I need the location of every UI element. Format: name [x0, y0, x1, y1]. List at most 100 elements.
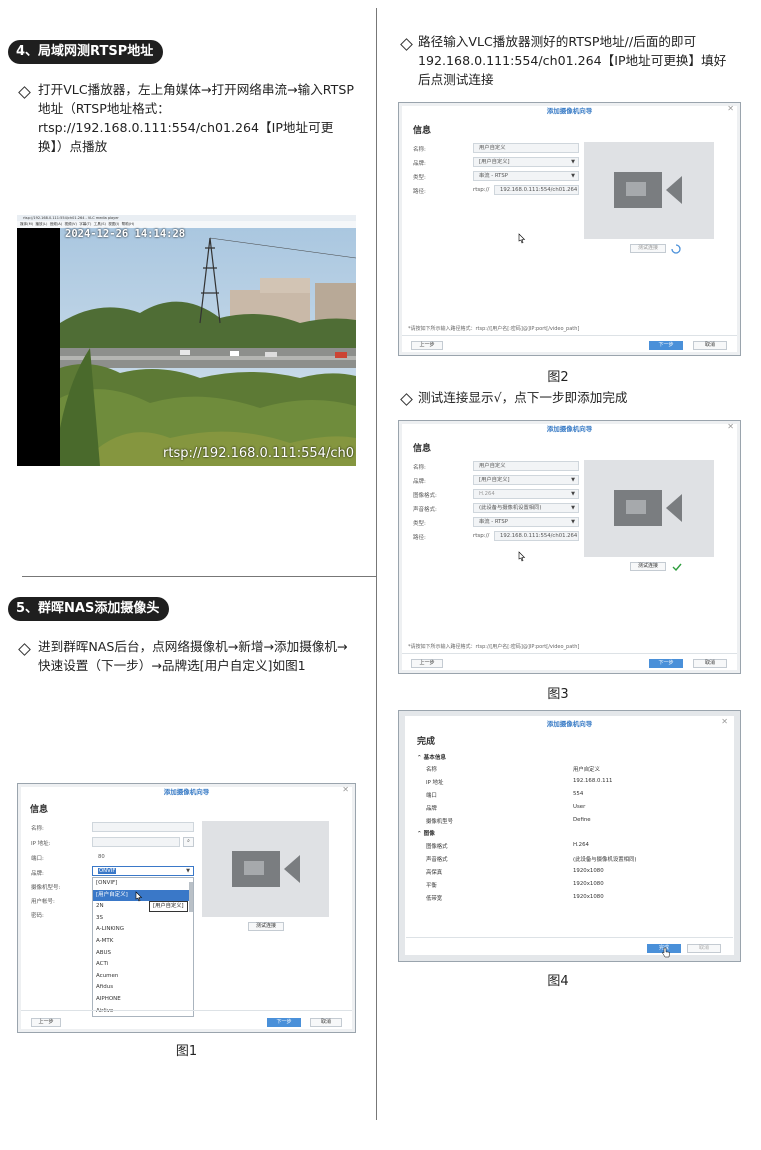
vlc-player-screenshot: rtsp://192.168.0.111:554/ch01.264 - VLC …	[17, 215, 356, 466]
image-format-select[interactable]: H.264 ▼	[473, 489, 579, 499]
brand-option[interactable]: A-LINKING	[93, 924, 193, 936]
close-icon[interactable]: ✕	[727, 104, 734, 113]
search-icon[interactable]: ⌕	[183, 837, 194, 847]
vlc-menu-play[interactable]: 播放(L)	[35, 222, 47, 226]
dialog-heading: 信息	[413, 126, 432, 136]
audio-format-select[interactable]: (此设备与摄像机设置相同) ▼	[473, 503, 579, 513]
brand-option[interactable]: AIPHONE	[93, 994, 193, 1006]
label-path: 路径:	[413, 535, 426, 541]
next-button[interactable]: 下一步	[267, 1018, 301, 1027]
type-select[interactable]: 串流 - RTSP ▼	[473, 171, 579, 181]
prev-button[interactable]: 上一步	[31, 1018, 61, 1027]
chevron-down-icon: ▼	[571, 173, 575, 179]
vlc-menu-view[interactable]: 视图(I)	[108, 222, 119, 226]
label-type: 类型:	[413, 175, 426, 181]
name-input[interactable]: 用户自定义	[473, 461, 579, 471]
brand-option[interactable]: [ONVIF]	[93, 878, 193, 890]
close-icon[interactable]: ✕	[727, 422, 734, 431]
video-timestamp: 2024-12-26 14:14:28	[65, 228, 186, 240]
vlc-menu-help[interactable]: 帮助(H)	[122, 222, 135, 226]
label-image-format: 图像格式:	[413, 493, 437, 499]
brand-option[interactable]: ABUS	[93, 948, 193, 960]
brand-option[interactable]: Acumen	[93, 971, 193, 983]
next-button[interactable]: 下一步	[649, 659, 683, 668]
diamond-bullet-icon	[18, 86, 31, 99]
label-brand: 品牌:	[31, 871, 44, 877]
label-path: 路径:	[413, 189, 426, 195]
mouse-cursor-icon	[518, 233, 526, 244]
brand-select[interactable]: [用户自定义] ▼	[473, 475, 579, 485]
fig4-add-camera-dialog: 添加摄像机向导 ✕ 完成 ⌃ 基本信息 名称 用户自定义 IP 地址 192.1…	[398, 710, 741, 962]
prev-button[interactable]: 上一步	[411, 341, 443, 350]
test-connection-button[interactable]: 测试连接	[630, 244, 666, 253]
summary-value: 1920x1080	[573, 868, 604, 874]
vlc-menu-tools[interactable]: 工具(S)	[94, 222, 106, 226]
dialog-heading: 完成	[417, 737, 436, 747]
next-button[interactable]: 下一步	[649, 341, 683, 350]
brand-select[interactable]: ONVIF ▼	[92, 866, 194, 876]
cancel-button[interactable]: 取消	[693, 341, 727, 350]
summary-key: 平衡	[426, 883, 437, 889]
type-value: 串流 - RTSP	[479, 519, 508, 525]
name-input[interactable]	[92, 822, 194, 832]
loading-spinner-icon	[671, 244, 681, 254]
summary-key: 品牌	[426, 806, 437, 812]
brand-value: [用户自定义]	[479, 159, 510, 165]
vlc-menu-media[interactable]: 媒体(M)	[20, 222, 33, 226]
port-input[interactable]: 80	[92, 852, 194, 862]
dialog-title: 添加摄像机向导	[163, 788, 210, 796]
video-camera-icon	[232, 851, 300, 887]
summary-value: 1920x1080	[573, 881, 604, 887]
brand-option[interactable]: A-MTK	[93, 936, 193, 948]
name-input[interactable]: 用户自定义	[473, 143, 579, 153]
fig1-caption: 图1	[175, 1044, 198, 1059]
video-camera-icon	[614, 490, 682, 526]
brand-option[interactable]: Afidus	[93, 982, 193, 994]
type-select[interactable]: 串流 - RTSP ▼	[473, 517, 579, 527]
label-brand: 品牌:	[413, 479, 426, 485]
brand-option[interactable]: 3S	[93, 913, 193, 925]
fig2-caption: 图2	[547, 370, 569, 385]
audio-format-value: (此设备与摄像机设置相同)	[479, 505, 542, 511]
section-divider	[22, 576, 376, 577]
path-input[interactable]: 192.168.0.111:554/ch01.264	[494, 531, 579, 541]
path-format-hint: *请按如下所示输入路径格式：rtsp://[用户名[:密码]@]IP:port[…	[408, 326, 580, 332]
close-icon[interactable]: ✕	[721, 717, 728, 726]
vlc-menu-subtitle[interactable]: 字幕(T)	[79, 222, 91, 226]
brand-option[interactable]: ACTi	[93, 959, 193, 971]
video-rtsp-overlay: rtsp://192.168.0.111:554/ch0	[163, 446, 354, 461]
mouse-cursor-icon	[518, 551, 526, 562]
diamond-bullet-icon	[18, 643, 31, 656]
summary-value: 1920x1080	[573, 894, 604, 900]
section-image-label: 图像	[423, 831, 435, 837]
path-format-hint: *请按如下所示输入路径格式：rtsp://[用户名[:密码]@]IP:port[…	[408, 644, 580, 650]
vlc-menu-bar: 媒体(M) 播放(L) 音频(A) 视频(V) 字幕(T) 工具(S) 视图(I…	[17, 221, 356, 228]
summary-key: 高保真	[426, 870, 443, 876]
test-connection-button[interactable]: 测试连接	[248, 922, 284, 931]
type-value: 串流 - RTSP	[479, 173, 508, 179]
mouse-cursor-icon	[135, 891, 143, 902]
cancel-button[interactable]: 取消	[310, 1018, 342, 1027]
section-5-title: 5、群晖NAS添加摄像头	[8, 597, 170, 621]
prev-button[interactable]: 上一步	[411, 659, 443, 668]
dropdown-scrollbar[interactable]	[189, 882, 193, 912]
vlc-menu-video[interactable]: 视频(V)	[64, 222, 76, 226]
close-icon[interactable]: ✕	[342, 785, 349, 794]
section-4-title: 4、局域网测RTSP地址	[8, 40, 164, 64]
cancel-button[interactable]: 取消	[687, 944, 721, 953]
label-ip: IP 地址:	[31, 841, 51, 847]
summary-key: 名称	[426, 767, 437, 773]
image-format-value: H.264	[479, 491, 495, 497]
ip-input[interactable]	[92, 837, 180, 847]
dialog-title: 添加摄像机向导	[546, 425, 593, 433]
brand-select[interactable]: [用户自定义] ▼	[473, 157, 579, 167]
vlc-menu-audio[interactable]: 音频(A)	[50, 222, 62, 226]
summary-value: Define	[573, 817, 591, 823]
test-connection-button[interactable]: 测试连接	[630, 562, 666, 571]
label-port: 端口:	[31, 856, 44, 862]
brand-option[interactable]: Airlive	[93, 1006, 193, 1016]
cancel-button[interactable]: 取消	[693, 659, 727, 668]
label-name: 名称:	[413, 147, 426, 153]
dialog-title: 添加摄像机向导	[546, 720, 593, 728]
path-input[interactable]: 192.168.0.111:554/ch01.264	[494, 185, 579, 195]
